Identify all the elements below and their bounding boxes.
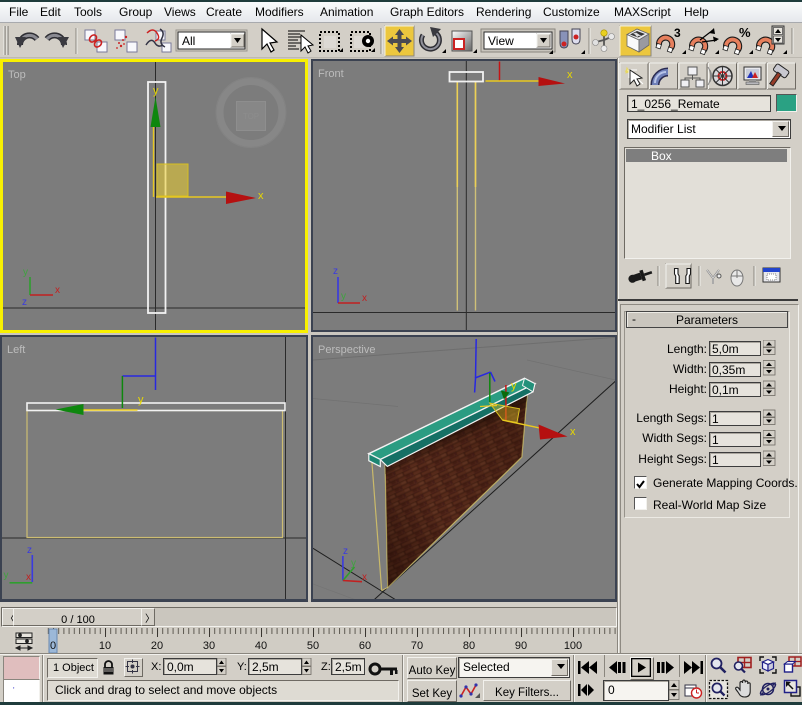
svg-text:3: 3: [674, 26, 681, 40]
svg-text:z: z: [343, 546, 348, 557]
svg-text:y: y: [23, 267, 28, 278]
svg-text:60: 60: [359, 640, 371, 652]
svg-text:80: 80: [463, 640, 475, 652]
svg-text:y: y: [511, 380, 517, 392]
svg-text:70: 70: [411, 640, 423, 652]
svg-text:x: x: [567, 69, 573, 81]
svg-text:TOP: TOP: [243, 112, 259, 121]
svg-text:x: x: [55, 285, 60, 296]
svg-text:All: All: [182, 34, 195, 48]
svg-text:x: x: [570, 426, 576, 438]
svg-text:Left: Left: [7, 344, 25, 356]
svg-text:10: 10: [99, 640, 111, 652]
svg-text:z: z: [27, 545, 32, 556]
svg-text:x: x: [362, 293, 367, 304]
svg-text:100: 100: [564, 640, 582, 652]
svg-text:Front: Front: [318, 68, 344, 80]
svg-text:z: z: [333, 266, 338, 277]
svg-text:Perspective: Perspective: [318, 344, 375, 356]
svg-text:y: y: [351, 558, 356, 569]
svg-text:40: 40: [255, 640, 267, 652]
svg-text:z: z: [22, 297, 27, 308]
svg-text:y: y: [4, 570, 9, 581]
svg-text:y: y: [341, 291, 346, 302]
svg-text:%: %: [739, 25, 751, 40]
svg-text:x: x: [258, 190, 264, 202]
svg-text:Top: Top: [8, 69, 26, 81]
svg-text:y: y: [138, 394, 144, 406]
svg-text:x: x: [362, 572, 367, 583]
svg-text:90: 90: [515, 640, 527, 652]
svg-text:View: View: [488, 34, 514, 48]
svg-text:20: 20: [151, 640, 163, 652]
svg-text:30: 30: [203, 640, 215, 652]
svg-text:y: y: [153, 85, 159, 97]
svg-text:50: 50: [307, 640, 319, 652]
svg-text:x: x: [26, 572, 31, 583]
svg-text:0: 0: [50, 640, 56, 652]
